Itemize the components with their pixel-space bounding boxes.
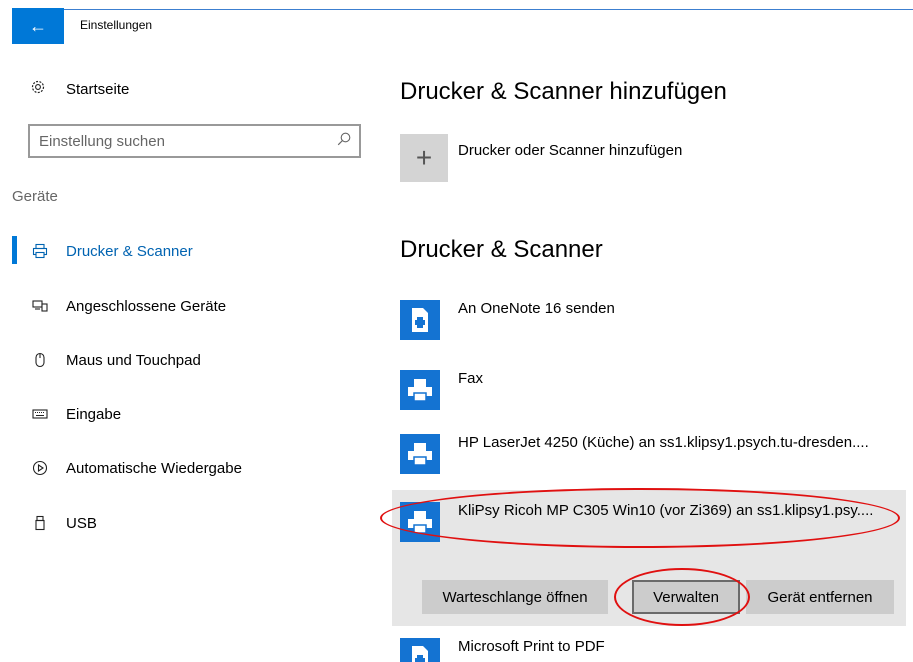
sidebar-item-usb[interactable]: USB (30, 510, 97, 536)
add-printer-label[interactable]: Drucker oder Scanner hinzufügen (458, 142, 682, 159)
mouse-icon (30, 352, 50, 368)
printer-item-ricoh[interactable]: KliPsy Ricoh MP C305 Win10 (vor Zi369) a… (400, 502, 910, 550)
keyboard-icon (30, 406, 50, 422)
printer-name: HP LaserJet 4250 (Küche) an ss1.klipsy1.… (458, 434, 869, 451)
printer-name: KliPsy Ricoh MP C305 Win10 (vor Zi369) a… (458, 502, 874, 519)
search-placeholder: Einstellung suchen (39, 132, 165, 150)
add-printer-button[interactable]: + (400, 134, 448, 182)
sidebar-item-label: USB (66, 514, 97, 532)
window-title: Einstellungen (80, 18, 153, 32)
remove-device-button[interactable]: Gerät entfernen (746, 580, 894, 614)
window-border (64, 9, 913, 10)
open-queue-button[interactable]: Warteschlange öffnen (422, 580, 608, 614)
devices-icon (30, 298, 50, 314)
printer-icon (400, 502, 440, 542)
sidebar-item-printers[interactable]: Drucker & Scanner (30, 238, 193, 264)
printer-item-fax[interactable]: Fax (400, 370, 910, 418)
sidebar-item-label: Automatische Wiedergabe (66, 459, 242, 477)
sidebar-item-input[interactable]: Eingabe (30, 401, 121, 427)
autoplay-icon (30, 460, 50, 476)
printer-item-onenote[interactable]: An OneNote 16 senden (400, 300, 910, 348)
printer-name: An OneNote 16 senden (458, 300, 615, 317)
sidebar-item-mouse[interactable]: Maus und Touchpad (30, 347, 201, 373)
document-printer-icon (400, 638, 440, 662)
sidebar-item-label: Maus und Touchpad (66, 351, 201, 369)
sidebar-item-label: Angeschlossene Geräte (66, 297, 227, 315)
plus-icon: + (415, 142, 433, 173)
printer-name: Microsoft Print to PDF (458, 638, 605, 655)
search-input[interactable]: Einstellung suchen (28, 124, 361, 158)
sidebar-home-label: Startseite (66, 80, 130, 98)
printer-name: Fax (458, 370, 484, 387)
add-section-title: Drucker & Scanner hinzufügen (400, 78, 727, 105)
printer-item-pdf[interactable]: Microsoft Print to PDF (400, 638, 910, 662)
sidebar-home-link[interactable]: Startseite (30, 76, 129, 102)
usb-icon (30, 515, 50, 531)
sidebar-item-autoplay[interactable]: Automatische Wiedergabe (30, 455, 242, 481)
sidebar-item-label: Eingabe (66, 405, 122, 423)
manage-button[interactable]: Verwalten (632, 580, 740, 614)
sidebar-item-connected-devices[interactable]: Angeschlossene Geräte (30, 293, 226, 319)
printer-item-hp[interactable]: HP LaserJet 4250 (Küche) an ss1.klipsy1.… (400, 434, 910, 482)
list-section-title: Drucker & Scanner (400, 236, 603, 263)
sidebar-item-label: Drucker & Scanner (66, 242, 193, 260)
document-printer-icon (400, 300, 440, 340)
search-icon (337, 132, 351, 146)
gear-icon (30, 79, 50, 99)
printer-icon (30, 243, 50, 259)
section-label-devices: Geräte (12, 188, 58, 205)
back-arrow-icon: ← (29, 15, 47, 36)
title-bar: ← Einstellungen (0, 0, 913, 52)
printer-icon (400, 370, 440, 410)
printer-icon (400, 434, 440, 474)
back-button[interactable]: ← (12, 8, 64, 44)
active-indicator (12, 236, 17, 264)
